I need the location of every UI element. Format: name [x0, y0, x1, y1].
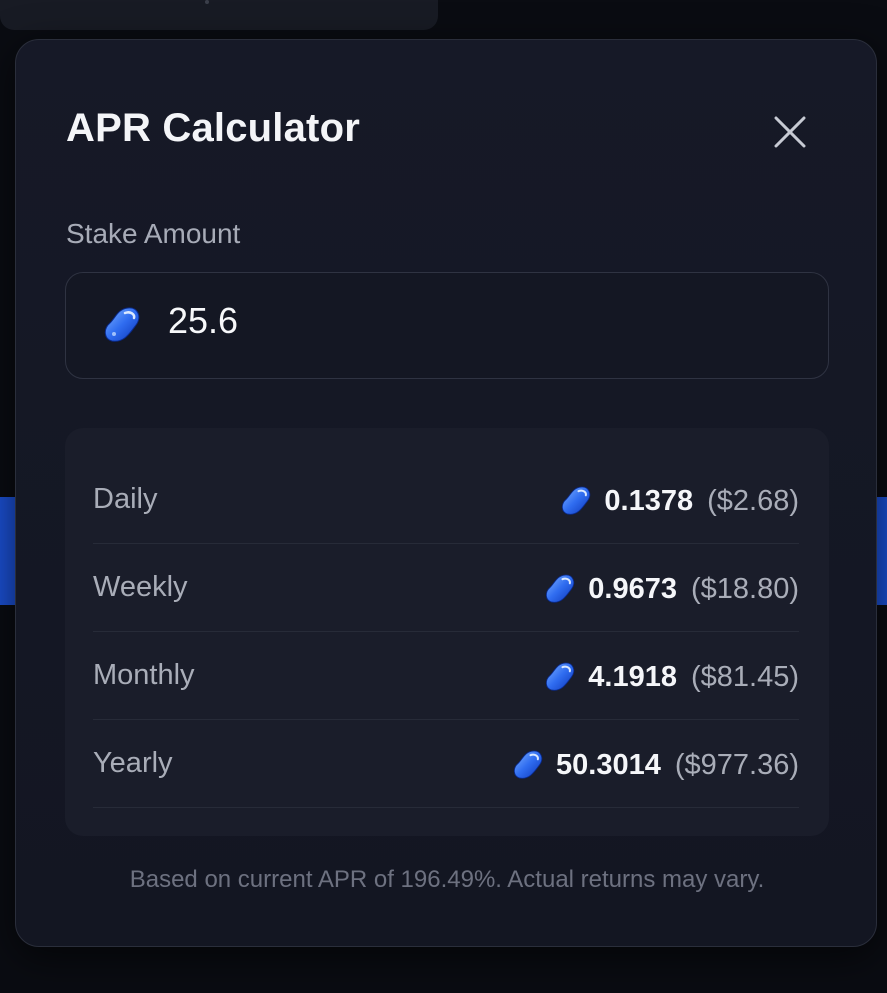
period-label: Daily [93, 483, 158, 515]
period-label: Monthly [93, 659, 195, 691]
stake-amount-input[interactable] [168, 300, 768, 342]
usd-amount: ($18.80) [690, 572, 799, 605]
close-button[interactable] [768, 110, 812, 154]
returns-row-monthly: Monthly 4.1918 ($81.45) [93, 632, 799, 720]
token-amount: 4.1918 [588, 660, 677, 693]
return-amount: 0.9673 ($18.80) [542, 571, 799, 607]
period-label: Weekly [93, 571, 188, 603]
apr-disclaimer: Based on current APR of 196.49%. Actual … [129, 866, 765, 893]
token-amount: 0.9673 [588, 572, 677, 605]
period-label: Yearly [93, 747, 173, 779]
stake-amount-label: Stake Amount [66, 218, 241, 249]
jellybean-token-icon [546, 574, 575, 603]
returns-row-yearly: Yearly 50.3014 ($977.36) [93, 720, 799, 808]
apr-calculator-modal: APR Calculator Stake Amount Daily [15, 39, 877, 947]
return-amount: 4.1918 ($81.45) [542, 659, 799, 695]
usd-amount: ($2.68) [707, 484, 799, 517]
jellybean-token-icon [562, 486, 591, 515]
returns-row-weekly: Weekly 0.9673 ($18.80) [93, 544, 799, 632]
background-card [0, 0, 438, 30]
return-amount: 0.1378 ($2.68) [558, 483, 799, 519]
token-amount: 0.1378 [604, 484, 694, 517]
close-icon [774, 116, 806, 148]
jellybean-token-icon [514, 750, 543, 779]
returns-table: Daily 0.1378 ($2.68) Weekly 0.9673 ($18.… [65, 428, 829, 836]
jellybean-token-icon [104, 307, 140, 342]
usd-amount: ($977.36) [674, 748, 799, 781]
token-amount: 50.3014 [556, 748, 661, 781]
usd-amount: ($81.45) [690, 660, 799, 693]
jellybean-token-icon [546, 662, 575, 691]
returns-row-daily: Daily 0.1378 ($2.68) [93, 456, 799, 544]
return-amount: 50.3014 ($977.36) [510, 747, 799, 783]
modal-title: APR Calculator [66, 106, 360, 150]
stake-amount-field[interactable] [65, 272, 829, 379]
